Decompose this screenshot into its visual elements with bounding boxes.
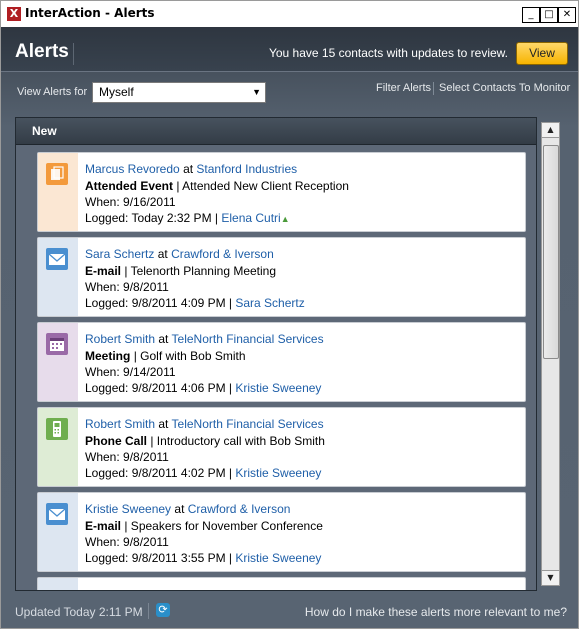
- company-link[interactable]: TeleNorth Financial Services: [172, 332, 324, 346]
- logged-label: Logged:: [85, 551, 129, 565]
- alert-type: E-mail: [85, 519, 122, 533]
- updates-message: You have 15 contacts with updates to rev…: [268, 46, 508, 60]
- alert-subject: | Golf with Bob Smith: [133, 349, 246, 363]
- person-status-icon: ▲: [280, 214, 290, 224]
- header-divider: [73, 43, 74, 65]
- alert-card[interactable]: Robert Smith at TeleNorth Financial Serv…: [37, 322, 526, 402]
- select-contacts-link[interactable]: Select Contacts To Monitor: [439, 82, 570, 94]
- section-header-new: New: [16, 118, 536, 145]
- chevron-down-icon: ▼: [252, 87, 261, 97]
- email-icon: [46, 503, 68, 525]
- when-value: 9/14/2011: [123, 365, 176, 379]
- view-alerts-for-select[interactable]: Myself ▼: [92, 82, 266, 103]
- contact-link[interactable]: Robert Smith: [85, 417, 155, 431]
- view-alerts-for-label: View Alerts for: [17, 86, 88, 98]
- view-alerts-for-value: Myself: [99, 85, 134, 99]
- alerts-scrollbar[interactable]: ▲ ▼: [541, 122, 560, 586]
- alerts-window: X InterAction - Alerts _ □ ✕ Alerts You …: [0, 0, 579, 629]
- calendar-icon: [46, 333, 68, 355]
- footer-divider: [148, 603, 149, 619]
- alert-card[interactable]: Kristie Sweeney at Crawford & Iverson E-…: [37, 492, 526, 572]
- logged-by-link[interactable]: Kristie Sweeney: [235, 466, 321, 480]
- logged-by-link[interactable]: Elena Cutri: [221, 211, 280, 225]
- logged-value: 9/8/2011 4:02 PM |: [131, 466, 233, 480]
- alerts-header: Alerts You have 15 contacts with updates…: [1, 27, 578, 72]
- logged-label: Logged:: [85, 211, 129, 225]
- close-button[interactable]: ✕: [558, 7, 576, 23]
- alert-card-partial[interactable]: [37, 577, 526, 590]
- refresh-icon[interactable]: ⟳: [156, 603, 170, 617]
- at-text: at: [158, 332, 169, 346]
- alert-type: Phone Call: [85, 434, 148, 448]
- company-link[interactable]: Stanford Industries: [196, 162, 297, 176]
- alert-card[interactable]: Sara Schertz at Crawford & Iverson E-mai…: [37, 237, 526, 317]
- logged-value: Today 2:32 PM |: [131, 211, 219, 225]
- at-text: at: [174, 502, 185, 516]
- alert-subject: | Speakers for November Conference: [124, 519, 323, 533]
- scroll-thumb[interactable]: [543, 145, 559, 359]
- scroll-up-arrow-icon[interactable]: ▲: [542, 123, 559, 138]
- when-label: When:: [85, 450, 120, 464]
- page-title: Alerts: [15, 41, 69, 62]
- maximize-button[interactable]: □: [540, 7, 558, 23]
- company-link[interactable]: Crawford & Iverson: [188, 502, 291, 516]
- alert-subject: | Telenorth Planning Meeting: [124, 264, 277, 278]
- alert-type: Meeting: [85, 349, 131, 363]
- alert-type: E-mail: [85, 264, 122, 278]
- scroll-down-arrow-icon[interactable]: ▼: [542, 570, 559, 585]
- alerts-panel: New Marcus Revoredo at Stanford Industri…: [15, 117, 537, 591]
- at-text: at: [183, 162, 194, 176]
- alert-subject: | Attended New Client Reception: [176, 179, 349, 193]
- logged-by-link[interactable]: Kristie Sweeney: [235, 381, 321, 395]
- when-label: When:: [85, 535, 120, 549]
- help-link[interactable]: How do I make these alerts more relevant…: [305, 605, 567, 619]
- window-title: InterAction - Alerts: [25, 6, 155, 20]
- at-text: at: [158, 417, 169, 431]
- logged-label: Logged:: [85, 466, 129, 480]
- logged-value: 9/8/2011 3:55 PM |: [131, 551, 233, 565]
- contact-link[interactable]: Kristie Sweeney: [85, 502, 171, 516]
- alert-type: Attended Event: [85, 179, 174, 193]
- when-value: 9/8/2011: [123, 450, 169, 464]
- logged-value: 9/8/2011 4:06 PM |: [131, 381, 233, 395]
- when-label: When:: [85, 280, 120, 294]
- alerts-client-area: Alerts You have 15 contacts with updates…: [1, 27, 578, 628]
- when-label: When:: [85, 365, 120, 379]
- view-updates-button[interactable]: View: [516, 42, 568, 65]
- updated-status: Updated Today 2:11 PM: [15, 605, 143, 619]
- email-icon: [46, 248, 68, 270]
- contact-link[interactable]: Robert Smith: [85, 332, 155, 346]
- alert-card[interactable]: Robert Smith at TeleNorth Financial Serv…: [37, 407, 526, 487]
- phone-icon: [46, 418, 68, 440]
- logged-by-link[interactable]: Sara Schertz: [235, 296, 304, 310]
- filter-alerts-link[interactable]: Filter Alerts: [376, 82, 431, 94]
- title-bar: X InterAction - Alerts _ □ ✕: [1, 1, 578, 27]
- logged-value: 9/8/2011 4:09 PM |: [131, 296, 233, 310]
- logged-by-link[interactable]: Kristie Sweeney: [235, 551, 321, 565]
- company-link[interactable]: TeleNorth Financial Services: [172, 417, 324, 431]
- contact-link[interactable]: Sara Schertz: [85, 247, 154, 261]
- logged-label: Logged:: [85, 381, 129, 395]
- alert-card[interactable]: Marcus Revoredo at Stanford Industries A…: [37, 152, 526, 232]
- section-title: New: [32, 124, 57, 138]
- app-logo-icon: X: [7, 7, 21, 21]
- company-link[interactable]: Crawford & Iverson: [171, 247, 274, 261]
- event-icon: [46, 163, 68, 185]
- alert-subject: | Introductory call with Bob Smith: [150, 434, 325, 448]
- at-text: at: [157, 247, 168, 261]
- logged-label: Logged:: [85, 296, 129, 310]
- when-value: 9/8/2011: [123, 535, 169, 549]
- when-value: 9/8/2011: [123, 280, 169, 294]
- minimize-button[interactable]: _: [522, 7, 540, 23]
- contact-link[interactable]: Marcus Revoredo: [85, 162, 180, 176]
- toolbar-divider: [433, 82, 434, 95]
- alert-color-band: [38, 578, 78, 590]
- when-label: When:: [85, 195, 120, 209]
- when-value: 9/16/2011: [123, 195, 176, 209]
